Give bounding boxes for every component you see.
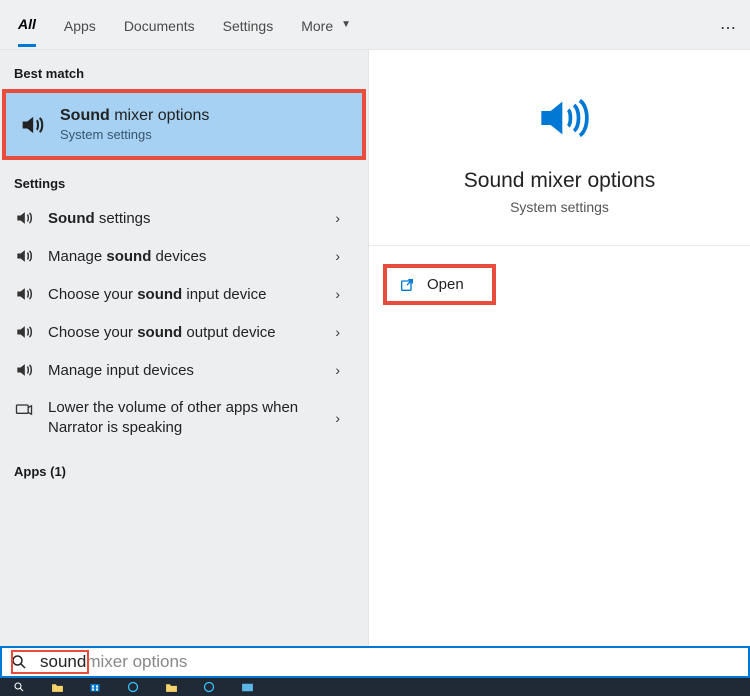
best-match-subtitle: System settings — [60, 127, 209, 142]
app-icon[interactable] — [126, 680, 140, 694]
chevron-right-icon: › — [335, 410, 340, 426]
settings-item-label: Choose your sound input device — [48, 286, 354, 303]
settings-item[interactable]: Lower the volume of other apps when Narr… — [0, 389, 368, 448]
search-autocomplete-text: mixer options — [86, 652, 187, 672]
tab-apps[interactable]: Apps — [64, 4, 96, 46]
best-match-result[interactable]: Sound mixer options System settings — [2, 89, 366, 160]
open-button[interactable]: Open — [383, 264, 496, 305]
settings-item-label: Manage input devices — [48, 362, 354, 379]
tab-settings[interactable]: Settings — [223, 4, 274, 46]
chevron-right-icon: › — [335, 324, 340, 340]
speaker-icon — [14, 246, 34, 266]
best-match-header: Best match — [0, 50, 368, 89]
results-panel: Best match Sound mixer options System se… — [0, 50, 368, 647]
search-icon — [10, 653, 28, 671]
gear-icon — [14, 400, 34, 420]
chevron-right-icon: › — [335, 248, 340, 264]
best-match-title: Sound mixer options — [60, 107, 209, 125]
apps-header: Apps (1) — [0, 448, 368, 487]
settings-item-label: Choose your sound output device — [48, 324, 354, 341]
settings-item[interactable]: Manage input devices › — [0, 351, 368, 389]
settings-item[interactable]: Manage sound devices › — [0, 237, 368, 275]
settings-item-label: Sound settings — [48, 210, 354, 227]
chevron-right-icon: › — [335, 286, 340, 302]
preview-subtitle: System settings — [389, 199, 730, 215]
speaker-icon — [14, 208, 34, 228]
search-typed-text: sound — [40, 652, 86, 672]
filter-tabs: All Apps Documents Settings More ▼ ⋯ — [0, 0, 750, 50]
speaker-icon — [14, 284, 34, 304]
settings-item[interactable]: Choose your sound input device › — [0, 275, 368, 313]
chevron-down-icon: ▼ — [341, 19, 351, 30]
preview-panel: Sound mixer options System settings Open — [368, 50, 750, 647]
file-explorer-icon[interactable] — [164, 680, 178, 694]
open-label: Open — [427, 276, 464, 293]
tab-documents[interactable]: Documents — [124, 4, 195, 46]
speaker-icon — [14, 322, 34, 342]
open-icon — [399, 277, 415, 293]
tab-more[interactable]: More — [301, 4, 333, 46]
search-icon[interactable] — [12, 680, 26, 694]
app-icon[interactable] — [240, 680, 254, 694]
chevron-right-icon: › — [335, 362, 340, 378]
preview-title: Sound mixer options — [389, 169, 730, 193]
more-options-icon[interactable]: ⋯ — [720, 18, 738, 38]
chevron-right-icon: › — [335, 210, 340, 226]
store-icon[interactable] — [88, 680, 102, 694]
file-explorer-icon[interactable] — [50, 680, 64, 694]
settings-item[interactable]: Choose your sound output device › — [0, 313, 368, 351]
speaker-icon — [18, 111, 46, 139]
tab-all[interactable]: All — [18, 2, 36, 47]
search-input[interactable]: sound mixer options — [0, 646, 750, 678]
taskbar — [0, 678, 750, 696]
speaker-icon — [389, 90, 730, 151]
speaker-icon — [14, 360, 34, 380]
settings-item-label: Manage sound devices — [48, 248, 354, 265]
settings-header: Settings — [0, 160, 368, 199]
settings-item[interactable]: Sound settings › — [0, 199, 368, 237]
app-icon[interactable] — [202, 680, 216, 694]
settings-item-label: Lower the volume of other apps when Narr… — [48, 398, 354, 439]
